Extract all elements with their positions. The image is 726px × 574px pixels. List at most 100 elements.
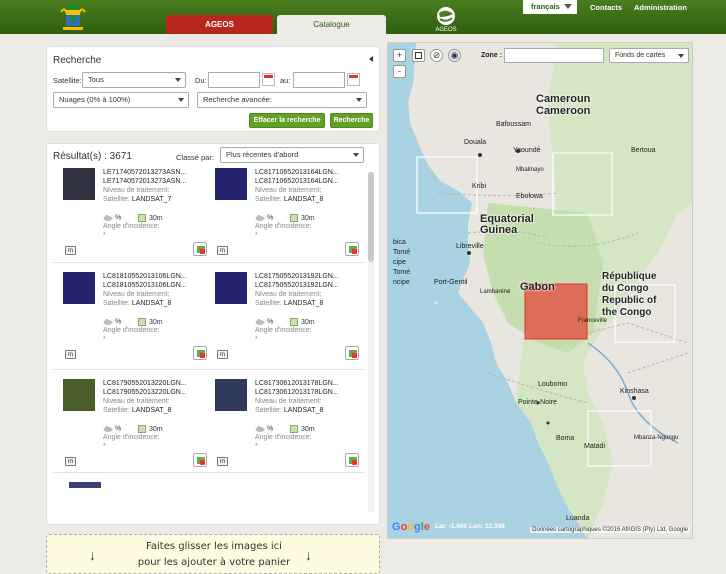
result-card[interactable]: LC81790552013220LGN... LC81790552013220LG…	[55, 379, 207, 474]
arrow-down-icon: ↓	[305, 547, 312, 563]
result-thumbnail[interactable]	[215, 168, 247, 200]
result-id: LC81750552013192LGN...	[255, 282, 339, 289]
place-label: Bertoua	[631, 147, 656, 154]
google-logo: Google	[392, 521, 430, 533]
zone-input[interactable]	[504, 48, 604, 63]
sort-select[interactable]: Plus récentes d'abord	[220, 147, 364, 163]
country-label-rc2: du Congo	[602, 283, 649, 294]
cloud-cover: %	[255, 318, 273, 325]
add-to-cart-icon[interactable]	[193, 242, 207, 256]
resolution: 30m	[138, 425, 163, 433]
compass-icon[interactable]: ⊘	[430, 49, 443, 62]
metadata-button[interactable]: m	[65, 350, 76, 359]
satellite-value: LANDSAT_8	[283, 300, 324, 307]
gabon-emblem-logo	[60, 4, 86, 30]
metadata-button[interactable]: m	[217, 350, 228, 359]
satellite-value: LANDSAT_8	[131, 300, 172, 307]
result-id: LC81730612013178LGN...	[255, 380, 339, 387]
result-id: LC81730612013178LGN...	[255, 389, 339, 396]
resolution-icon	[138, 214, 146, 222]
svg-text:AGEOS: AGEOS	[435, 27, 456, 33]
search-title: Recherche	[53, 55, 102, 66]
place-label: Loubomo	[538, 381, 568, 388]
arrow-down-icon: ↓	[89, 547, 96, 563]
result-card[interactable]: LE71740572013273ASN... LE71740572013273AS…	[55, 168, 207, 263]
result-card[interactable]: LC81710652013164LGN... LC81710652013164LG…	[207, 168, 359, 263]
country-label-cameroon: Cameroon	[536, 105, 591, 117]
map-credits[interactable]: Données cartographiques ©2016 AfriGIS (P…	[530, 527, 690, 533]
result-thumbnail[interactable]	[63, 379, 95, 411]
date-to-input[interactable]	[293, 72, 345, 88]
add-to-cart-icon[interactable]	[345, 242, 359, 256]
date-from-input[interactable]	[208, 72, 260, 88]
date-to-label: au:	[280, 76, 291, 85]
calendar-icon[interactable]	[262, 73, 275, 86]
satellite-value: LANDSAT_8	[131, 407, 172, 414]
metadata-button[interactable]: m	[65, 246, 76, 255]
result-thumbnail[interactable]	[63, 168, 95, 200]
result-thumbnail	[69, 482, 101, 488]
angle-value: *	[255, 443, 258, 450]
result-card[interactable]: LC81810552013106LGN... LC81810552013106LG…	[55, 272, 207, 367]
cloud-icon	[255, 319, 265, 325]
metadata-button[interactable]: m	[217, 457, 228, 466]
place-label: Tomé	[393, 249, 411, 256]
add-to-cart-icon[interactable]	[193, 346, 207, 360]
result-id: LC81810552013106LGN...	[103, 273, 187, 280]
calendar-icon[interactable]	[347, 73, 360, 86]
search-button[interactable]: Recherche	[330, 113, 373, 128]
processing-level-label: Niveau de traitement:	[255, 398, 322, 405]
basemap-select[interactable]: Fonds de cartes	[609, 48, 689, 63]
result-thumbnail[interactable]	[63, 272, 95, 304]
cart-dropzone[interactable]: Faites glisser les images ici pour les a…	[46, 534, 380, 574]
result-id: LE71740572013273ASN...	[103, 178, 187, 185]
map-view[interactable]: + - ⊘ ◉ Zone : Fonds de cartes Cameroun …	[387, 42, 693, 539]
collapse-icon[interactable]	[369, 56, 373, 62]
advanced-search-select[interactable]: Recherche avancée:	[197, 92, 367, 108]
country-label-eq-guinea-2: Guinea	[480, 224, 518, 236]
result-thumbnail[interactable]	[215, 272, 247, 304]
coordinates-readout: Lat: -1.000 Lon: 12.398	[435, 523, 505, 530]
search-panel: Recherche Satellite: Tous Du: au: Nuages…	[46, 46, 380, 132]
country-label-cameroun: Cameroun	[536, 93, 591, 105]
add-to-cart-icon[interactable]	[345, 453, 359, 467]
metadata-button[interactable]: m	[65, 457, 76, 466]
zoom-out-button[interactable]: -	[393, 65, 406, 78]
date-from-label: Du:	[195, 76, 207, 85]
administration-link[interactable]: Administration	[634, 3, 687, 12]
result-id: LE71740572013273ASN...	[103, 169, 187, 176]
tab-ageos[interactable]: AGEOS	[166, 15, 273, 34]
divider	[53, 369, 365, 370]
place-label: ncipe	[393, 279, 410, 286]
clear-search-button[interactable]: Effacer la recherche	[249, 113, 325, 128]
tab-catalogue[interactable]: Catalogue	[277, 15, 386, 34]
place-label: cipe	[393, 259, 406, 266]
angle-label: Angle d'incidence:	[103, 327, 160, 334]
result-thumbnail[interactable]	[215, 379, 247, 411]
cloud-cover: %	[103, 318, 121, 325]
place-label: Bafoussam	[496, 121, 532, 128]
satellite-select[interactable]: Tous	[82, 72, 186, 88]
add-to-cart-icon[interactable]	[345, 346, 359, 360]
select-rectangle-icon[interactable]	[412, 49, 425, 62]
chevron-down-icon	[356, 98, 362, 102]
globe-icon[interactable]: ◉	[448, 49, 461, 62]
place-label: Boma	[556, 435, 575, 442]
language-select[interactable]: français	[523, 0, 577, 14]
scrollbar-thumb[interactable]	[368, 172, 374, 262]
contacts-link[interactable]: Contacts	[590, 3, 622, 12]
results-scrollbar[interactable]	[368, 172, 374, 512]
metadata-button[interactable]: m	[217, 246, 228, 255]
dropzone-text-line2: pour les ajouter à votre panier	[137, 557, 291, 568]
resolution: 30m	[138, 214, 163, 222]
add-to-cart-icon[interactable]	[193, 453, 207, 467]
cloud-icon	[103, 215, 113, 221]
satellite-label: Satellite:	[103, 300, 130, 307]
result-card[interactable]: LC81730612013178LGN... LC81730612013178LG…	[207, 379, 359, 474]
result-card[interactable]: LC81750552013192LGN... LC81750552013192LG…	[207, 272, 359, 367]
place-label: Tomé	[393, 269, 411, 276]
clouds-select[interactable]: Nuages (0% à 100%)	[53, 92, 189, 108]
country-label-rc1: République	[602, 271, 657, 282]
country-label-gabon: Gabon	[520, 281, 555, 293]
zoom-in-button[interactable]: +	[393, 49, 406, 62]
